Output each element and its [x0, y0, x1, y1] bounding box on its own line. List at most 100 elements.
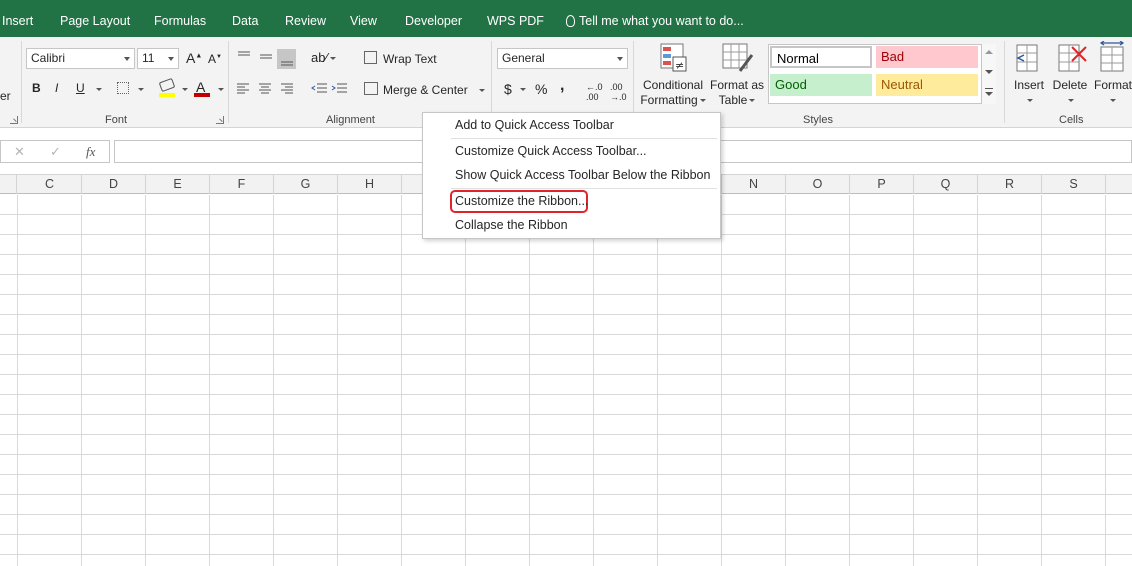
tab-insert[interactable]: Insert — [2, 14, 33, 28]
clipboard-partial-label: er — [0, 89, 11, 103]
grow-font-button[interactable]: A▲ — [186, 50, 202, 66]
column-header-o[interactable]: O — [786, 175, 850, 194]
menu-separator — [451, 188, 717, 189]
tell-me-box[interactable]: Tell me what you want to do... — [566, 14, 744, 28]
font-color-dropdown-icon[interactable] — [218, 88, 224, 91]
grow-font-icon: A — [186, 50, 196, 66]
font-size-value: 11 — [142, 51, 155, 65]
fill-color-dropdown-icon[interactable] — [182, 88, 188, 91]
cells-group-label: Cells — [1059, 114, 1084, 126]
font-name-value: Calibri — [31, 51, 66, 65]
comma-button[interactable]: , — [560, 77, 564, 95]
insert-cells-icon — [1016, 44, 1038, 72]
group-separator — [1004, 41, 1005, 123]
orientation-icon[interactable]: ab⁄ — [311, 50, 336, 65]
chevron-down-icon — [1027, 99, 1033, 103]
column-header-e[interactable]: E — [146, 175, 210, 194]
currency-button[interactable]: $ — [504, 81, 512, 97]
column-header-d[interactable]: D — [82, 175, 146, 194]
menu-item-add-to-quick-access-toolbar[interactable]: Add to Quick Access Toolbar — [455, 118, 614, 132]
insert-function-icon[interactable]: fx — [86, 144, 95, 160]
chevron-down-icon — [749, 99, 756, 103]
lightbulb-icon — [566, 15, 575, 27]
borders-icon[interactable] — [117, 82, 129, 94]
italic-button[interactable]: I — [55, 81, 58, 95]
delete-cells-button[interactable]: Delete — [1050, 78, 1090, 108]
group-separator — [633, 41, 634, 123]
tab-page-layout[interactable]: Page Layout — [60, 14, 130, 28]
font-size-combo[interactable]: 11 — [137, 48, 179, 69]
column-header-g[interactable]: G — [274, 175, 338, 194]
chevron-down-icon — [1110, 99, 1116, 103]
tab-wps-pdf[interactable]: WPS PDF — [487, 14, 544, 28]
underline-dropdown-icon[interactable] — [96, 88, 102, 91]
chevron-down-icon — [617, 57, 623, 61]
more-styles-icon[interactable] — [985, 88, 993, 89]
tab-view[interactable]: View — [350, 14, 377, 28]
group-separator — [21, 41, 22, 123]
column-header-s[interactable]: S — [1042, 175, 1106, 194]
percent-button[interactable]: % — [535, 81, 547, 97]
horizontal-align-icons[interactable] — [236, 82, 296, 96]
merge-center-button[interactable]: Merge & Center — [383, 83, 468, 97]
style-good[interactable]: Good — [770, 74, 872, 96]
chevron-down-icon — [699, 99, 706, 103]
menu-item-customize-quick-access-toolbar[interactable]: Customize Quick Access Toolbar... — [455, 144, 647, 158]
borders-dropdown-icon[interactable] — [138, 88, 144, 91]
format-as-table-icon — [722, 43, 754, 72]
chevron-down-icon — [168, 57, 174, 61]
format-cells-button[interactable]: Format — [1094, 78, 1132, 108]
font-name-combo[interactable]: Calibri — [26, 48, 135, 69]
underline-button[interactable]: U — [76, 81, 85, 95]
alignment-group-label: Alignment — [326, 114, 375, 126]
increase-decimal-icon[interactable]: ←.0.00 — [586, 82, 603, 102]
tab-data[interactable]: Data — [232, 14, 258, 28]
conditional-formatting-button[interactable]: Conditional Formatting — [640, 78, 706, 108]
font-launcher-icon[interactable] — [216, 116, 224, 124]
clipboard-launcher-icon[interactable] — [10, 116, 18, 124]
menu-item-collapse-the-ribbon[interactable]: Collapse the Ribbon — [455, 218, 568, 232]
tab-developer[interactable]: Developer — [405, 14, 462, 28]
style-normal-label: Normal — [777, 51, 819, 66]
font-color-bar — [194, 93, 210, 97]
number-format-combo[interactable]: General — [497, 48, 628, 69]
currency-dropdown-icon[interactable] — [520, 88, 526, 91]
bold-button[interactable]: B — [32, 81, 41, 95]
tab-review[interactable]: Review — [285, 14, 326, 28]
menu-item-show-quick-access-toolbar-below[interactable]: Show Quick Access Toolbar Below the Ribb… — [455, 168, 710, 182]
merge-center-icon — [364, 82, 378, 95]
format-cells-icon — [1099, 41, 1125, 72]
chevron-up-icon[interactable] — [985, 50, 993, 54]
chevron-down-icon — [329, 57, 336, 61]
confirm-entry-icon[interactable]: ✓ — [50, 144, 61, 160]
decrease-decimal-icon[interactable]: .00 →.0 — [610, 82, 627, 102]
merge-dropdown-icon[interactable] — [479, 89, 485, 92]
format-as-table-button[interactable]: Format as Table — [708, 78, 766, 108]
column-header-f[interactable]: F — [210, 175, 274, 194]
insert-cells-button[interactable]: Insert — [1009, 78, 1049, 108]
column-header-h[interactable]: H — [338, 175, 402, 194]
wrap-text-button[interactable]: Wrap Text — [383, 52, 437, 66]
style-bad-label: Bad — [881, 49, 905, 64]
style-normal[interactable]: Normal — [770, 46, 872, 68]
menu-item-customize-the-ribbon[interactable]: Customize the Ribbon... — [455, 194, 588, 208]
column-header-q[interactable]: Q — [914, 175, 978, 194]
fill-color-icon[interactable] — [158, 77, 176, 93]
worksheet-grid[interactable] — [0, 195, 1132, 566]
style-bad[interactable]: Bad — [876, 46, 978, 68]
column-header-r[interactable]: R — [978, 175, 1042, 194]
vertical-align-icons — [238, 49, 296, 69]
indent-icons[interactable] — [311, 82, 351, 96]
style-neutral[interactable]: Neutral — [876, 74, 978, 96]
styles-gallery-scroller[interactable] — [981, 44, 996, 104]
conditional-formatting-label-2: Formatting — [640, 93, 698, 107]
cancel-entry-icon[interactable]: ✕ — [14, 144, 25, 160]
column-header-c[interactable]: C — [18, 175, 82, 194]
chevron-down-icon[interactable] — [985, 70, 993, 74]
shrink-font-button[interactable]: A▼ — [208, 52, 222, 66]
column-header-n[interactable]: N — [722, 175, 786, 194]
column-header-p[interactable]: P — [850, 175, 914, 194]
tab-formulas[interactable]: Formulas — [154, 14, 206, 28]
delete-cells-icon — [1058, 44, 1087, 72]
ribbon-context-menu: Add to Quick Access Toolbar Customize Qu… — [422, 112, 721, 239]
